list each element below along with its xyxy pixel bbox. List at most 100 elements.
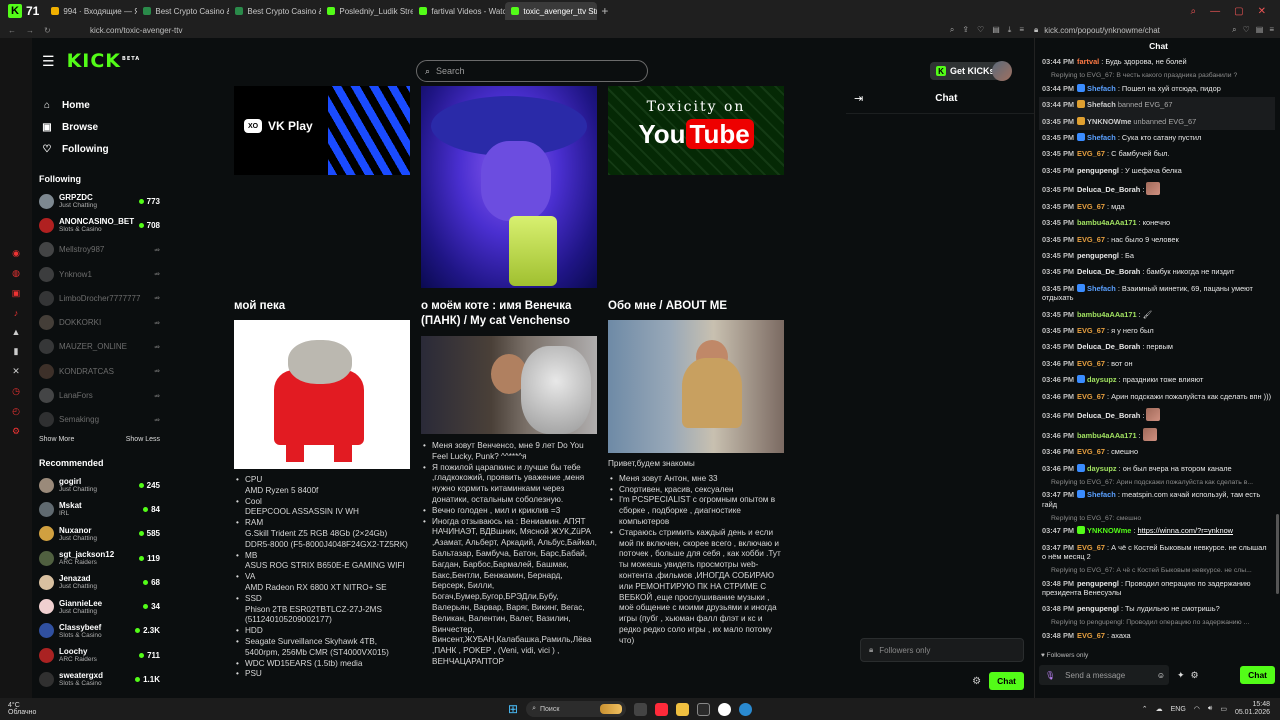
sidebar-channel[interactable]: Nuxanor Just Chatting 585 (32, 522, 168, 546)
vk-play-banner[interactable]: XO VK Play (234, 86, 410, 175)
chat-username[interactable]: bambu4aAAa171 (1077, 218, 1137, 227)
followers-only-input[interactable]: 🔒︎ Followers only (860, 638, 1024, 662)
get-kicks-button[interactable]: K Get KICKs (930, 62, 1001, 80)
volume-icon[interactable]: 🔊︎ (1208, 705, 1212, 713)
sidebar-channel[interactable]: Mellstroy987 ⇏ (32, 238, 168, 262)
youtube-banner[interactable]: Toxicity on You Tube (608, 86, 784, 175)
chat-settings-icon[interactable]: ⚙ (972, 676, 981, 687)
chat-send-button[interactable]: Chat (989, 672, 1024, 690)
reload-icon[interactable]: ↻ (44, 26, 51, 35)
chat-username[interactable]: Shefach (1087, 490, 1116, 499)
chat-username[interactable]: EVG_67 (1077, 149, 1105, 158)
chat-username[interactable]: Shefach (1087, 84, 1116, 93)
extensions-icon[interactable]: ▤ (1256, 25, 1264, 35)
chat-message[interactable]: 03:46 PM EVG_67: вот он (1039, 355, 1275, 371)
nav-item-home[interactable]: ⌂ Home (32, 94, 168, 116)
taskbar-search[interactable]: ⌕ Поиск (526, 701, 627, 717)
chat-username[interactable]: EVG_67 (1077, 202, 1105, 211)
kick-logo[interactable]: KICKBETA (67, 50, 141, 72)
sidebar-channel[interactable]: GiannieLee Just Chatting 34 (32, 594, 168, 618)
browser-tab[interactable]: fartival Videos - Watch Or (413, 2, 505, 20)
collapse-chat-icon[interactable]: ⇥ (854, 92, 863, 105)
chat-message[interactable]: 03:45 PM pengupengl: Ба (1039, 248, 1275, 264)
chat-username[interactable]: Deluca_De_Borah (1077, 411, 1140, 420)
sidebar-channel[interactable]: sweatergxd Slots & Casino 1.1K (32, 667, 168, 691)
chat-username[interactable]: Shefach (1087, 284, 1116, 293)
arc-icon[interactable]: ▲ (12, 327, 21, 337)
avatar[interactable] (992, 61, 1012, 81)
chat-message[interactable]: 03:46 PM Deluca_De_Borah: (1039, 405, 1275, 425)
chat-message[interactable]: 03:48 PM EVG_67: ахаха (1039, 627, 1275, 643)
chat-message[interactable]: 03:45 PM Deluca_De_Borah: первым (1039, 339, 1275, 355)
url-field[interactable]: kick.com/toxic-avenger-ttv (90, 26, 182, 35)
messenger-icon[interactable]: ◍ (12, 268, 20, 279)
twitch-icon[interactable]: ▮ (14, 346, 19, 357)
nav-item-browse[interactable]: ▣ Browse (32, 116, 168, 138)
chat-message[interactable]: 03:45 PM bambu4aAAa171: 🖌 (1039, 306, 1275, 322)
chat-username[interactable]: EVG_67 (1077, 392, 1105, 401)
network-icon[interactable]: ☁ (1156, 705, 1163, 713)
sidebar-channel[interactable]: KONDRATCAS ⇏ (32, 359, 168, 383)
clock[interactable]: 15:48 05.01.2026 (1235, 701, 1270, 717)
chat-username[interactable]: EVG_67 (1077, 543, 1105, 552)
chat-scrollbar[interactable] (1276, 54, 1280, 674)
chat-message[interactable]: 03:45 PM EVG_67: С бамбучей был. (1039, 146, 1275, 162)
history-icon[interactable]: ◷ (12, 386, 20, 397)
lang-indicator[interactable]: ENG (1171, 706, 1186, 713)
browser-tab[interactable]: Best Crypto Casino & Bitc (229, 2, 321, 20)
x-icon[interactable]: ✕ (12, 366, 20, 377)
hamburger-icon[interactable]: ☰ (42, 53, 55, 70)
chat-username[interactable]: bambu4aAAa171 (1077, 431, 1137, 440)
show-less-button[interactable]: Show Less (126, 436, 160, 448)
new-tab-button[interactable]: + (601, 4, 608, 18)
forward-icon[interactable]: → (26, 26, 34, 35)
maximize-icon[interactable]: ▢ (1234, 6, 1243, 17)
back-icon[interactable]: ← (8, 26, 16, 35)
search-icon[interactable]: ⌕ (1191, 6, 1197, 17)
chat-username[interactable]: YNKNOWme (1087, 117, 1131, 126)
sidebar-channel[interactable]: Classybeef Slots & Casino 2.3K (32, 619, 168, 643)
message-link[interactable]: https://winna.com/?r=ynknow (1138, 526, 1234, 535)
chat-message[interactable]: 03:45 PM YNKNOWme unbanned EVG_67 (1039, 113, 1275, 130)
sidebar-channel[interactable]: gogirl Just Chatting 245 (32, 473, 168, 497)
settings-icon[interactable]: ⚙ (1191, 670, 1199, 681)
sidebar-channel[interactable]: GRPZDC Just Chatting 773 (32, 189, 168, 213)
chat-message[interactable]: 03:44 PM Shefach: Пошел на хуй отсюда, пи… (1039, 80, 1275, 96)
chat-username[interactable]: bambu4aAAa171 (1077, 310, 1137, 319)
music-icon[interactable]: ♪ (14, 308, 19, 318)
chat-username[interactable]: EVG_67 (1077, 447, 1105, 456)
chat-username[interactable]: fartval (1077, 57, 1099, 66)
chat-username[interactable]: Deluca_De_Borah (1077, 342, 1140, 351)
menu-icon[interactable]: ≡ (1269, 25, 1274, 35)
close-icon[interactable]: ✕ (1258, 6, 1266, 17)
sidebar-channel[interactable]: DOKKORKI ⇏ (32, 310, 168, 334)
zoom-icon[interactable]: ⌕ (950, 25, 954, 35)
weather-widget[interactable]: 4°C Облачно (8, 702, 36, 716)
chat-message[interactable]: 03:45 PM pengupengl: У шефача белка (1039, 162, 1275, 178)
browser-tab[interactable]: 994 · Входящие — Яндекс (45, 2, 137, 20)
chat-message[interactable]: 03:45 PM Deluca_De_Borah: бамбук никогда … (1039, 264, 1275, 280)
chat-username[interactable]: pengupengl (1077, 166, 1119, 175)
sidebar-channel[interactable]: ANONCASINO_BET Slots & Casino 708 (32, 213, 168, 237)
bookmark-icon[interactable]: ♡ (1243, 25, 1250, 35)
yandex-taskbar-icon[interactable] (718, 702, 732, 716)
opera-taskbar-icon[interactable] (655, 702, 669, 716)
chat-message[interactable]: 03:46 PM EVG_67: Арин подскажи пожалуйста… (1039, 388, 1275, 404)
sidebar-channel[interactable]: MAUZER_ONLINE ⇏ (32, 335, 168, 359)
chat-message[interactable]: 03:48 PM pengupengl: Ты лудильно не смотр… (1039, 601, 1275, 617)
sidebar-channel[interactable]: Loochy ARC Raiders 711 (32, 643, 168, 667)
chat-message[interactable]: 03:47 PM Shefach: meatspin.com качай испо… (1039, 487, 1275, 513)
telegram-taskbar-icon[interactable] (739, 702, 753, 716)
settings-icon[interactable]: ⚙ (12, 426, 20, 437)
chat-message[interactable]: 03:47 PM YNKNOWme: https://winna.com/?r=y… (1039, 523, 1275, 539)
mic-icon[interactable]: 🎙︎ (1045, 671, 1055, 680)
chat-message-input[interactable]: 🎙︎ Send a message ☺ (1039, 665, 1169, 685)
chat-message[interactable]: 03:44 PM Shefach banned EVG_67 (1039, 96, 1275, 114)
search-input[interactable]: ⌕ Search (416, 60, 648, 82)
chat-username[interactable]: pengupengl (1077, 604, 1119, 613)
battery-icon[interactable]: ▭ (1220, 705, 1227, 713)
tray-chevron-icon[interactable]: ⌃ (1142, 705, 1148, 713)
nav-item-following[interactable]: ♡ Following (32, 138, 168, 160)
chat-username[interactable]: Shefach (1087, 133, 1116, 142)
menu-icon[interactable]: ≡ (1019, 25, 1024, 35)
